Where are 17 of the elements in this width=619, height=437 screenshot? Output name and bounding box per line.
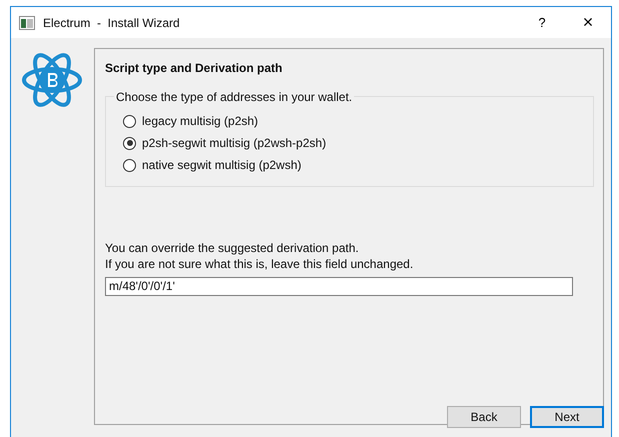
radio-button[interactable] — [123, 136, 136, 150]
back-button[interactable]: Back — [447, 406, 521, 428]
hint-text: If you are not sure what this is, leave this field unchanged. — [105, 256, 414, 272]
app-window-icon — [19, 16, 35, 30]
group-title: Choose the type of addresses in your wallet. — [114, 89, 354, 105]
radio-button[interactable] — [123, 114, 136, 128]
option-label[interactable]: p2sh-segwit multisig (p2wsh-p2sh) — [142, 134, 326, 152]
radio-button[interactable] — [123, 158, 136, 172]
hint-text: You can override the suggested derivation path. — [105, 240, 359, 256]
option-label[interactable]: native segwit multisig (p2wsh) — [142, 156, 302, 174]
help-button[interactable]: ? — [519, 12, 565, 32]
page-heading: Script type and Derivation path — [105, 60, 284, 77]
window-title: Electrum - Install Wizard — [43, 14, 180, 32]
next-button[interactable]: Next — [530, 406, 604, 428]
derivation-path-field[interactable]: m/48'/0'/0'/1' — [105, 277, 573, 296]
option-label[interactable]: legacy multisig (p2sh) — [142, 112, 258, 130]
close-button[interactable]: × — [565, 9, 611, 36]
